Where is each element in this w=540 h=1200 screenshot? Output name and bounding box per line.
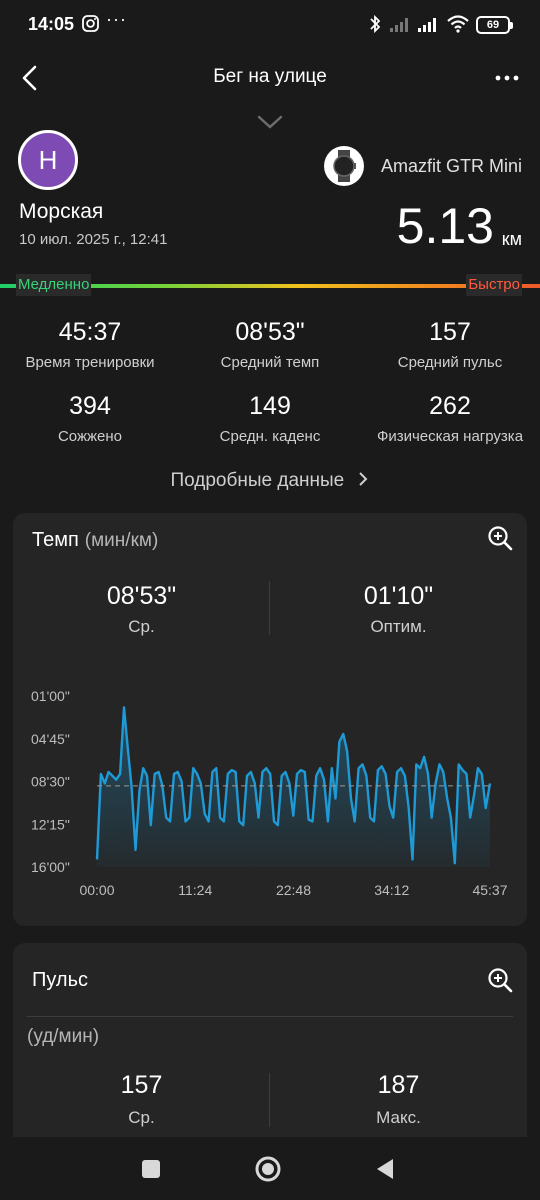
home-button[interactable] xyxy=(253,1154,283,1184)
hr-avg-value: 157 xyxy=(120,1071,163,1099)
heart-rate-card: Пульс (уд/мин) 157 Ср. 187 Макс. xyxy=(13,943,527,1163)
page-title: Бег на улице xyxy=(213,66,327,87)
stat-value: 262 xyxy=(429,392,471,420)
pace-title: Темп xyxy=(32,529,79,551)
stat-avg-pace: 08'53" Средний темп xyxy=(180,316,360,371)
stat-value: 45:37 xyxy=(58,318,122,346)
bluetooth-icon xyxy=(370,14,381,34)
pace-unit: (мин/км) xyxy=(84,530,159,551)
y-tick-label: 01'00" xyxy=(31,688,70,704)
pace-best-value: 01'10" xyxy=(363,582,434,610)
detailed-data-link[interactable]: Подробные данные xyxy=(0,470,540,492)
stat-label: Средний темп xyxy=(220,354,320,371)
stat-value: 08'53" xyxy=(235,318,305,346)
signal-icon-2 xyxy=(418,18,436,32)
stat-value: 149 xyxy=(249,392,291,420)
hr-unit: (уд/мин) xyxy=(27,1026,100,1047)
system-nav-bar xyxy=(0,1137,540,1200)
user-name: Морская xyxy=(19,200,104,223)
stat-cadence: 149 Средн. каденс xyxy=(180,390,360,445)
device-name: Amazfit GTR Mini xyxy=(380,156,522,176)
more-notifications-icon: ··· xyxy=(106,9,127,29)
app-header: Бег на улице xyxy=(0,52,540,104)
x-tick-label: 22:48 xyxy=(276,882,311,898)
hr-card-title: Пульс xyxy=(32,969,89,991)
pace-chart-svg: 01'00" 04'45" 08'30" 12'15" 16'00" 00:00 11:24… xyxy=(31,688,508,898)
avatar[interactable]: Н xyxy=(18,130,78,190)
stat-value: 394 xyxy=(69,392,111,420)
stat-label: Средн. каденс xyxy=(219,428,321,445)
pace-avg-value: 08'53" xyxy=(106,582,177,610)
instagram-icon xyxy=(82,15,99,32)
hr-max-label: Макс. xyxy=(376,1108,421,1127)
detailed-data-label: Подробные данные xyxy=(170,470,345,491)
battery-icon: 69 xyxy=(476,16,513,34)
pace-card: Темп (мин/км) 08'53" Ср. 01'10" Оптим. 01… xyxy=(13,513,527,926)
stat-training-load: 262 Физическая нагрузка xyxy=(360,390,540,445)
stat-label: Время тренировки xyxy=(25,354,155,371)
pace-area xyxy=(97,707,490,867)
status-time: 14:05 xyxy=(28,14,75,34)
zoom-in-icon[interactable] xyxy=(487,967,513,993)
signal-icon xyxy=(390,18,408,32)
wifi-icon xyxy=(447,15,469,33)
pace-best-label: Оптим. xyxy=(370,617,427,636)
stat-calories: 394 Сожжено xyxy=(0,390,180,445)
divider xyxy=(27,1016,513,1017)
zoom-in-icon[interactable] xyxy=(487,525,513,551)
chevron-down-icon[interactable] xyxy=(256,112,284,132)
y-tick-label: 16'00" xyxy=(31,859,70,875)
recent-apps-button[interactable] xyxy=(136,1154,166,1184)
pace-card-title: Темп (мин/км) xyxy=(32,529,158,552)
hr-max-value: 187 xyxy=(377,1071,420,1099)
stat-label: Физическая нагрузка xyxy=(376,428,524,445)
more-options-button[interactable] xyxy=(490,62,524,94)
y-tick-label: 12'15" xyxy=(31,816,70,832)
pace-avg-label: Ср. xyxy=(128,617,155,636)
y-tick-label: 04'45" xyxy=(31,731,70,747)
stat-value: 157 xyxy=(429,318,471,346)
hr-avg-label: Ср. xyxy=(128,1108,155,1127)
workout-date: 10 июл. 2025 г., 12:41 xyxy=(19,231,168,248)
y-tick-label: 08'30" xyxy=(31,774,70,790)
status-bar: 14:05 ··· 69 xyxy=(0,0,540,50)
x-tick-label: 00:00 xyxy=(79,882,114,898)
stat-workout-time: 45:37 Время тренировки xyxy=(0,316,180,371)
back-nav-button[interactable] xyxy=(371,1154,401,1184)
stat-avg-hr: 157 Средний пульс xyxy=(360,316,540,371)
distance-value: 5.13 xyxy=(396,198,494,254)
x-tick-label: 45:37 xyxy=(472,882,507,898)
status-icons: 69 xyxy=(366,14,516,36)
stat-label: Сожжено xyxy=(57,428,123,445)
distance-unit: км xyxy=(501,229,522,249)
stat-label: Средний пульс xyxy=(397,354,503,371)
pace-slow-label: Медленно xyxy=(16,274,92,296)
x-tick-label: 11:24 xyxy=(178,882,212,898)
pace-fast-label: Быстро xyxy=(466,274,522,296)
pace-chart[interactable]: 01'00" 04'45" 08'30" 12'15" 16'00" 00:00 11:24… xyxy=(13,683,527,913)
chevron-right-icon xyxy=(358,472,367,486)
watch-icon xyxy=(324,146,364,186)
x-tick-label: 34:12 xyxy=(374,882,409,898)
